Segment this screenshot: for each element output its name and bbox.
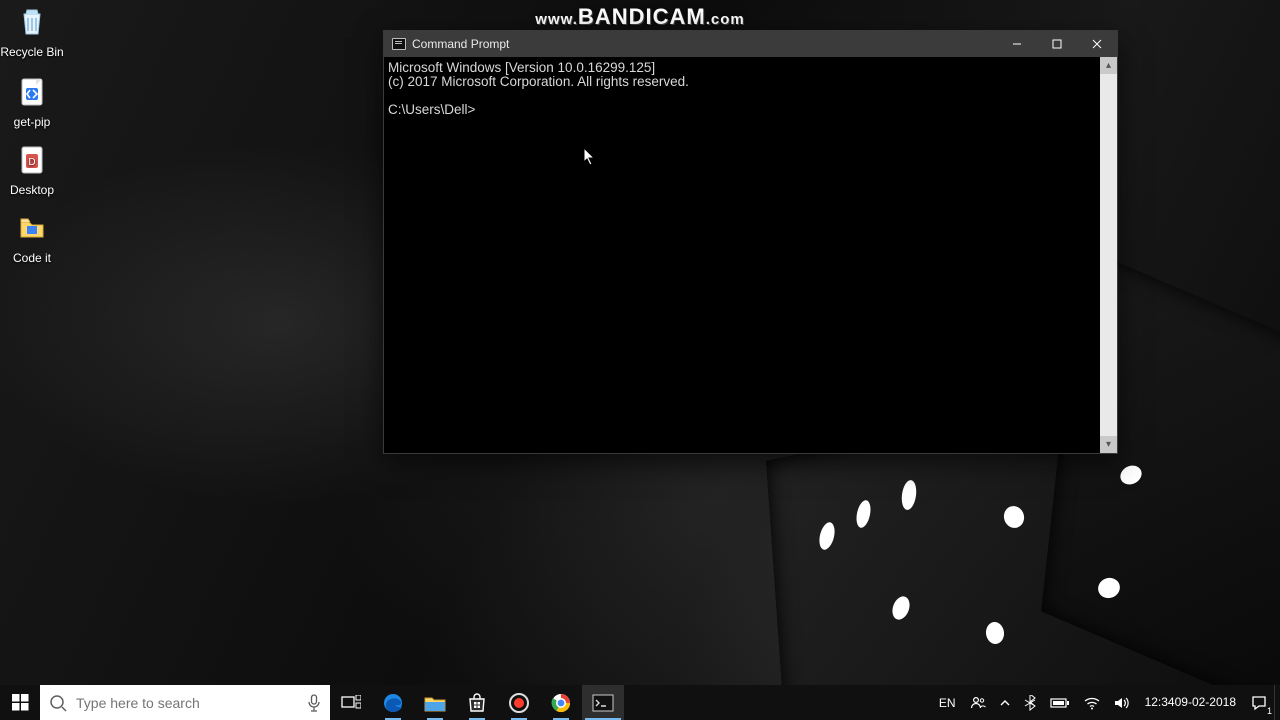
app-shortcut-icon: D [12,140,52,180]
taskbar: EN 12:34 09-02-2018 [0,685,1280,720]
volume-icon [1114,696,1130,710]
window-title: Command Prompt [412,37,509,51]
desktop-icon-label: Recycle Bin [0,45,70,59]
chrome-icon [550,692,572,714]
recycle-bin-icon [12,2,52,42]
desktop-icon-recycle-bin[interactable]: Recycle Bin [0,2,70,59]
wifi-icon [1084,696,1100,710]
action-center-icon [1251,695,1267,711]
taskbar-app-edge[interactable] [372,685,414,720]
terminal-output[interactable]: Microsoft Windows [Version 10.0.16299.12… [384,57,1100,453]
bandicam-watermark: www.BANDICAM.com [0,4,1280,30]
close-button[interactable] [1077,31,1117,57]
tray-volume[interactable] [1107,685,1137,720]
people-icon [970,695,986,711]
taskbar-app-bandicam[interactable] [498,685,540,720]
bluetooth-icon [1024,695,1036,711]
scroll-down-button[interactable]: ▾ [1100,436,1117,453]
notification-count: 1 [1267,706,1272,716]
show-desktop-button[interactable] [1274,685,1280,720]
tray-time: 12:34 [1145,696,1175,709]
task-view-icon [341,695,361,711]
tray-bluetooth[interactable] [1017,685,1043,720]
desktop[interactable]: www.BANDICAM.com Recycle Bin get-pip D D… [0,0,1280,720]
taskbar-app-store[interactable] [456,685,498,720]
task-view-button[interactable] [330,685,372,720]
windows-logo-icon [12,694,29,711]
desktop-icon-label: Code it [0,251,70,265]
battery-icon [1050,697,1070,709]
tray-action-center[interactable]: 1 [1244,685,1274,720]
tray-clock[interactable]: 12:34 09-02-2018 [1137,685,1244,720]
titlebar[interactable]: Command Prompt [384,31,1117,57]
scroll-track[interactable] [1100,74,1117,436]
folder-shortcut-icon [12,208,52,248]
maximize-button[interactable] [1037,31,1077,57]
search-box[interactable] [40,685,330,720]
cmd-icon [592,694,614,712]
taskbar-spacer [624,685,932,720]
tray-wifi[interactable] [1077,685,1107,720]
microphone-icon[interactable] [298,694,330,712]
microsoft-store-icon [467,693,487,713]
svg-text:D: D [28,157,35,168]
tray-overflow[interactable] [993,685,1017,720]
search-input[interactable] [76,695,298,711]
start-button[interactable] [0,685,40,720]
desktop-icon-label: Desktop [0,183,70,197]
command-prompt-window[interactable]: Command Prompt Microsoft Windows [Versio… [383,30,1118,454]
taskbar-app-file-explorer[interactable] [414,685,456,720]
desktop-icon-label: get-pip [0,115,70,129]
chevron-up-icon [1000,698,1010,708]
tray-language[interactable]: EN [932,685,963,720]
minimize-button[interactable] [997,31,1037,57]
file-explorer-icon [424,693,446,713]
search-icon [40,694,76,712]
tray-battery[interactable] [1043,685,1077,720]
terminal-client: Microsoft Windows [Version 10.0.16299.12… [384,57,1117,453]
taskbar-app-cmd[interactable] [582,685,624,720]
cmd-icon [392,38,406,50]
desktop-icon-desktop[interactable]: D Desktop [0,140,70,197]
scroll-up-button[interactable]: ▴ [1100,57,1117,74]
record-icon [508,692,530,714]
vscode-file-icon [12,72,52,112]
tray-people[interactable] [963,685,993,720]
scrollbar[interactable]: ▴ ▾ [1100,57,1117,453]
edge-icon [382,692,404,714]
system-tray: EN 12:34 09-02-2018 [932,685,1280,720]
desktop-icon-code-it[interactable]: Code it [0,208,70,265]
taskbar-app-chrome[interactable] [540,685,582,720]
tray-date: 09-02-2018 [1175,696,1236,709]
desktop-icon-get-pip[interactable]: get-pip [0,72,70,129]
